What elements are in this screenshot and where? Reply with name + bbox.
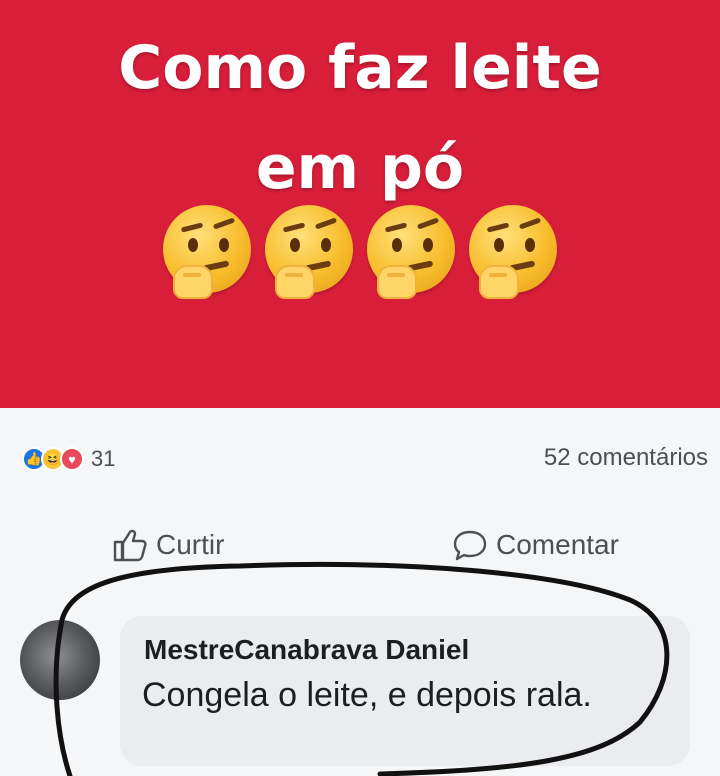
comment-bubble: MestreCanabrava Daniel Congela o leite, …: [120, 616, 690, 766]
comment-button[interactable]: Comentar: [452, 528, 619, 562]
thinking-face-icon: [367, 205, 455, 299]
like-button-label: Curtir: [156, 529, 225, 560]
reaction-count: 31: [91, 446, 116, 471]
post-title: Como faz leite em pó: [118, 33, 602, 203]
like-button[interactable]: Curtir: [112, 528, 224, 562]
comment-button-label: Comentar: [496, 529, 619, 560]
speech-bubble-icon: [453, 530, 487, 561]
comment-item: MestreCanabrava Daniel Congela o leite, …: [0, 606, 720, 776]
thinking-face-icon: [163, 205, 251, 299]
comment-text: Congela o leite, e depois rala.: [142, 676, 592, 714]
thinking-face-icon: [469, 205, 557, 299]
thumbs-up-icon: [113, 529, 147, 562]
avatar[interactable]: [20, 620, 100, 700]
reactions-summary[interactable]: 👍 😆 ♥ 31: [22, 446, 115, 472]
comments-count-link[interactable]: 52 comentários: [544, 444, 708, 472]
love-icon: ♥: [60, 447, 84, 471]
post-image: Como faz leite em pó: [0, 0, 720, 408]
emoji-row: [0, 205, 720, 299]
post-actions: Curtir Comentar: [0, 520, 720, 580]
thinking-face-icon: [265, 205, 353, 299]
comment-author[interactable]: MestreCanabrava Daniel: [144, 634, 469, 666]
